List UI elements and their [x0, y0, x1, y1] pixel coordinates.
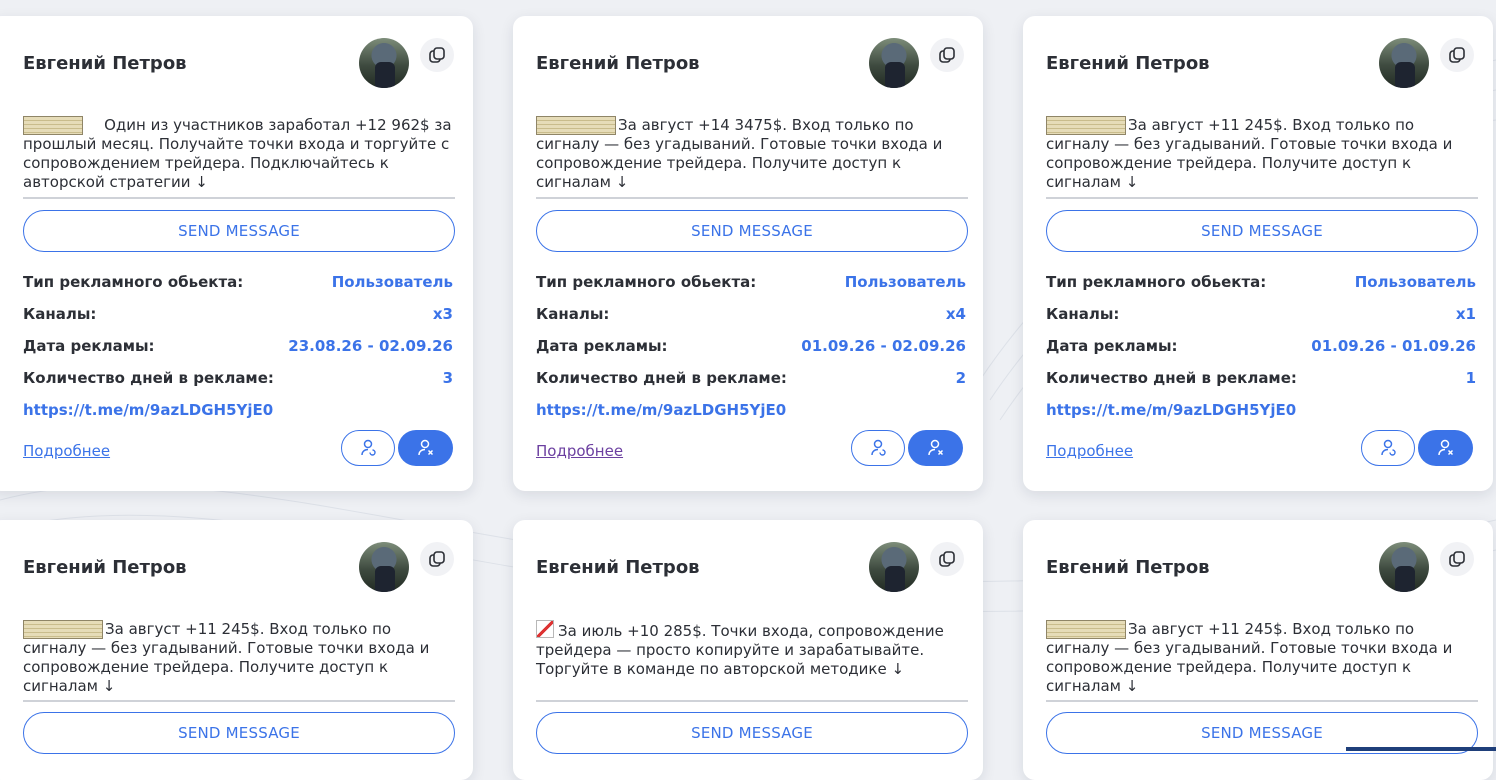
ad-message: За август +11 245$. Вход только по сигна…	[1046, 116, 1453, 191]
ad-message: За август +11 245$. Вход только по сигна…	[23, 620, 430, 695]
user-remove-button[interactable]	[908, 430, 963, 466]
send-message-button[interactable]: SEND MESSAGE	[1046, 210, 1478, 252]
ad-message: За август +11 245$. Вход только по сигна…	[1046, 620, 1453, 695]
field-row-channels: Каналы: x4	[536, 305, 966, 323]
copy-button[interactable]	[1440, 38, 1474, 72]
user-refresh-button[interactable]	[851, 430, 905, 466]
ad-card: Евгений Петров Один из участников зарабо…	[0, 16, 473, 491]
user-remove-icon	[417, 439, 433, 456]
send-message-button[interactable]: SEND MESSAGE	[536, 712, 968, 754]
details-link[interactable]: Подробнее	[23, 442, 110, 460]
copy-icon	[429, 551, 445, 567]
copy-icon	[1449, 551, 1465, 567]
copy-button[interactable]	[420, 542, 454, 576]
user-name: Евгений Петров	[1046, 53, 1210, 74]
user-remove-icon	[927, 439, 943, 456]
avatar[interactable]	[359, 38, 409, 88]
user-remove-icon	[1437, 439, 1453, 456]
divider	[536, 700, 968, 702]
money-stack-icon	[23, 116, 83, 135]
user-name: Евгений Петров	[536, 53, 700, 74]
user-refresh-button[interactable]	[1361, 430, 1415, 466]
send-message-button[interactable]: SEND MESSAGE	[23, 210, 455, 252]
field-row-days: Количество дней в рекламе: 3	[23, 369, 453, 387]
divider	[23, 700, 455, 702]
copy-icon	[939, 551, 955, 567]
money-stack-icon	[1046, 116, 1126, 135]
copy-button[interactable]	[1440, 542, 1474, 576]
avatar[interactable]	[359, 542, 409, 592]
send-message-button[interactable]: SEND MESSAGE	[23, 712, 455, 754]
field-row-days: Количество дней в рекламе: 1	[1046, 369, 1476, 387]
ad-message: За июль +10 285$. Точки входа, сопровожд…	[536, 620, 944, 678]
money-stack-icon	[23, 620, 103, 639]
avatar[interactable]	[1379, 542, 1429, 592]
field-row-date: Дата рекламы: 01.09.26 - 02.09.26	[536, 337, 966, 355]
user-name: Евгений Петров	[23, 557, 187, 578]
ad-card: Евгений Петров За август +14 3475$. Вход…	[513, 16, 983, 491]
user-name: Евгений Петров	[23, 53, 187, 74]
divider	[1046, 197, 1478, 199]
telegram-link[interactable]: https://t.me/m/9azLDGH5YjE0	[536, 401, 786, 419]
user-refresh-icon	[361, 439, 376, 456]
avatar[interactable]	[869, 38, 919, 88]
user-remove-button[interactable]	[398, 430, 453, 466]
field-row-date: Дата рекламы: 01.09.26 - 01.09.26	[1046, 337, 1476, 355]
copy-icon	[939, 47, 955, 63]
field-row-days: Количество дней в рекламе: 2	[536, 369, 966, 387]
copy-button[interactable]	[930, 542, 964, 576]
copy-icon	[1449, 47, 1465, 63]
field-row-type: Тип рекламного обьекта: Пользователь	[1046, 273, 1476, 291]
send-message-button[interactable]: SEND MESSAGE	[536, 210, 968, 252]
money-stack-icon	[1046, 620, 1126, 639]
avatar[interactable]	[1379, 38, 1429, 88]
copy-button[interactable]	[420, 38, 454, 72]
divider	[23, 197, 455, 199]
copy-button[interactable]	[930, 38, 964, 72]
telegram-link[interactable]: https://t.me/m/9azLDGH5YjE0	[1046, 401, 1296, 419]
ad-card: Евгений Петров За август +11 245$. Вход …	[0, 520, 473, 780]
user-name: Евгений Петров	[1046, 557, 1210, 578]
field-row-type: Тип рекламного обьекта: Пользователь	[23, 273, 453, 291]
field-row-type: Тип рекламного обьекта: Пользователь	[536, 273, 966, 291]
avatar[interactable]	[869, 542, 919, 592]
copy-icon	[429, 47, 445, 63]
field-row-date: Дата рекламы: 23.08.26 - 02.09.26	[23, 337, 453, 355]
ad-card: Евгений Петров За июль +10 285$. Точки в…	[513, 520, 983, 780]
ad-card: Евгений Петров За август +11 245$. Вход …	[1023, 520, 1493, 780]
divider	[1046, 700, 1478, 702]
ad-card: Евгений Петров За август +11 245$. Вход …	[1023, 16, 1493, 491]
user-remove-button[interactable]	[1418, 430, 1473, 466]
field-row-channels: Каналы: x1	[1046, 305, 1476, 323]
ad-message: За август +14 3475$. Вход только по сигн…	[536, 116, 943, 191]
user-name: Евгений Петров	[536, 557, 700, 578]
details-link[interactable]: Подробнее	[536, 442, 623, 460]
telegram-link[interactable]: https://t.me/m/9azLDGH5YjE0	[23, 401, 273, 419]
money-stack-icon	[536, 116, 616, 135]
scrollbar[interactable]	[1346, 747, 1496, 751]
chart-increasing-icon	[536, 620, 554, 638]
user-refresh-icon	[1381, 439, 1396, 456]
user-refresh-button[interactable]	[341, 430, 395, 466]
divider	[536, 197, 968, 199]
details-link[interactable]: Подробнее	[1046, 442, 1133, 460]
user-refresh-icon	[871, 439, 886, 456]
ad-message: Один из участников заработал +12 962$ за…	[23, 116, 452, 191]
field-row-channels: Каналы: x3	[23, 305, 453, 323]
